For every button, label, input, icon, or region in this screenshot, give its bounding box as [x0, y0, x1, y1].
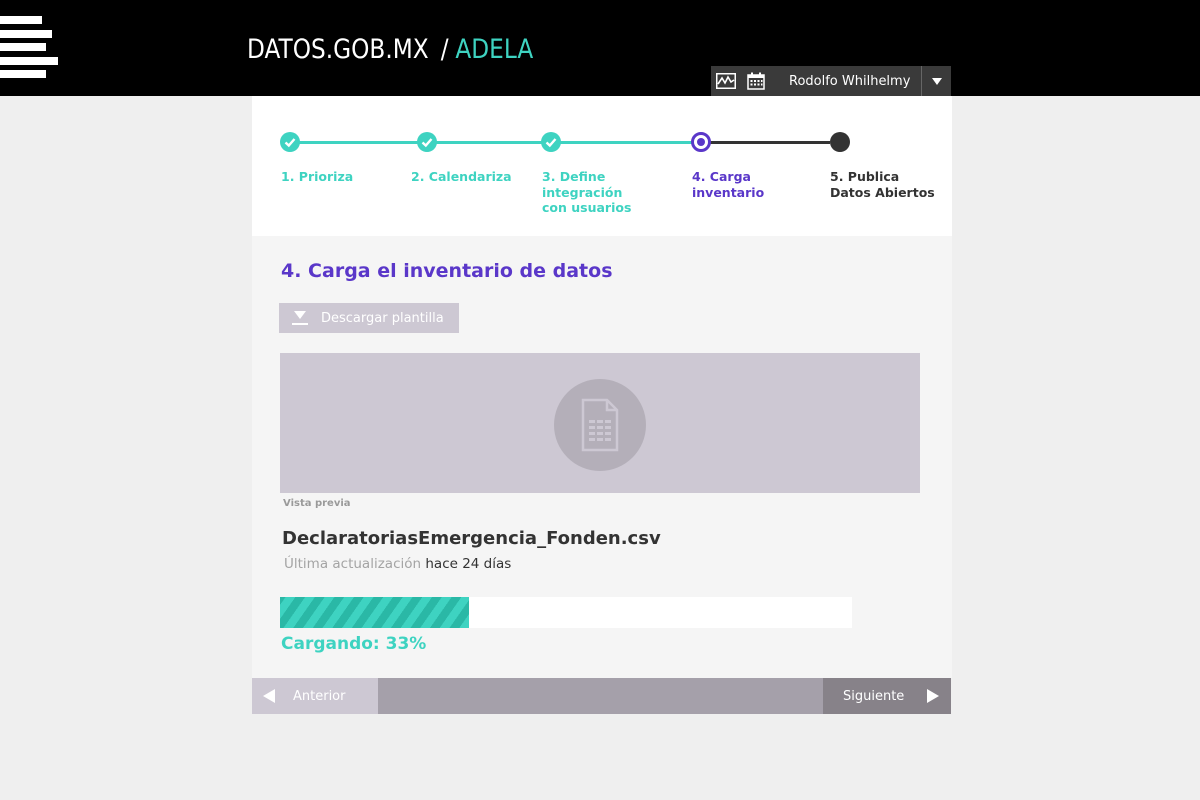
upload-progress-bar [280, 597, 852, 628]
download-template-label: Descargar plantilla [321, 310, 444, 326]
download-template-button[interactable]: Descargar plantilla [279, 303, 459, 333]
step-connector [299, 141, 427, 144]
brand-site[interactable]: DATOS.GOB.MX [247, 34, 429, 65]
step-connector [710, 141, 830, 144]
last-updated: Última actualización hace 24 días [284, 556, 511, 572]
step-3-label[interactable]: 3. Define integración con usuarios [542, 169, 638, 216]
step-4-current-icon[interactable] [691, 132, 711, 152]
spreadsheet-file-icon [554, 379, 646, 471]
brand-separator: / [440, 34, 449, 65]
page-title: 4. Carga el inventario de datos [281, 260, 613, 282]
user-name[interactable]: Rodolfo Whilhelmy [789, 74, 921, 89]
calendar-icon[interactable] [741, 66, 771, 96]
step-4-label[interactable]: 4. Carga inventario [692, 169, 772, 200]
user-bar: Rodolfo Whilhelmy [711, 66, 951, 96]
step-1-check-icon[interactable] [280, 132, 300, 152]
step-5-label[interactable]: 5. Publica Datos Abiertos [830, 169, 940, 200]
brand-title: DATOS.GOB.MX / ADELA [247, 34, 533, 65]
previous-button-label: Anterior [293, 688, 346, 704]
next-button[interactable]: Siguiente [823, 678, 951, 714]
next-button-label: Siguiente [843, 688, 905, 704]
step-2-check-icon[interactable] [417, 132, 437, 152]
previous-button[interactable]: Anterior [252, 678, 378, 714]
step-connector [560, 141, 692, 144]
download-icon [290, 310, 310, 326]
stepper: 1. Prioriza 2. Calendariza 3. Define int… [252, 96, 952, 236]
upload-progress-fill [280, 597, 469, 628]
step-5-pending-icon[interactable] [830, 132, 850, 152]
step-1-label[interactable]: 1. Prioriza [281, 169, 391, 185]
menu-icon[interactable] [0, 16, 60, 78]
top-header: DATOS.GOB.MX / ADELA Rodolfo Whilhelmy [0, 0, 1200, 96]
arrow-left-icon [263, 689, 275, 703]
last-updated-value: hace 24 días [425, 556, 512, 572]
activity-chart-icon[interactable] [711, 66, 741, 96]
step-2-label[interactable]: 2. Calendariza [411, 169, 521, 185]
file-name: DeclaratoriasEmergencia_Fonden.csv [282, 528, 661, 549]
last-updated-label: Última actualización [284, 556, 422, 572]
brand-app[interactable]: ADELA [455, 34, 533, 65]
preview-caption: Vista previa [283, 498, 351, 509]
upload-progress-text: Cargando: 33% [281, 634, 427, 654]
chevron-down-icon[interactable] [921, 66, 951, 96]
file-preview [280, 353, 920, 493]
step-3-check-icon[interactable] [541, 132, 561, 152]
step-connector [436, 141, 542, 144]
arrow-right-icon [927, 689, 939, 703]
